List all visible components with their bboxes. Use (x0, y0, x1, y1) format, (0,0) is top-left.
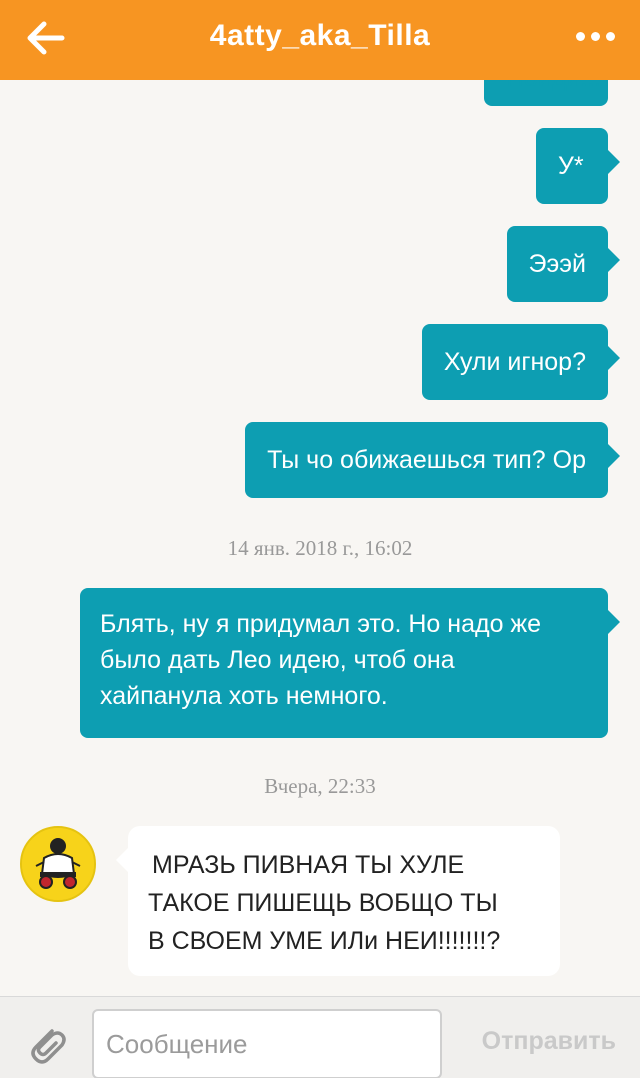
avatar-image (22, 828, 94, 900)
message-outgoing[interactable]: У* (536, 128, 620, 204)
message-input[interactable] (92, 1009, 442, 1078)
message-text: Эээй (528, 249, 586, 278)
avatar[interactable] (20, 826, 96, 902)
back-button[interactable] (22, 14, 70, 62)
message-outgoing[interactable]: Ты чо обижаешься тип? Ор (245, 422, 620, 498)
message-outgoing[interactable]: Блять, ну я придумал это. Но надо же был… (80, 588, 620, 738)
more-horizontal-icon (576, 32, 585, 41)
message-line: Блять, ну я придумал это. Но надо же (100, 610, 542, 638)
paperclip-icon (31, 1029, 66, 1064)
message-outgoing[interactable]: Хули игнор? (421, 324, 620, 400)
message-text: Ты чо обижаешься тип? Ор (267, 445, 586, 474)
message-outgoing[interactable]: Эээй (506, 226, 620, 302)
send-button[interactable]: Отправить (482, 1027, 616, 1056)
message-line: В СВОЕМ УМЕ ИЛи НЕИ!!!!!!!? (148, 927, 501, 955)
message-line: МРАЗЬ ПИВНАЯ ТЫ ХУЛЕ (152, 851, 465, 879)
date-separator: 14 янв. 2018 г., 16:02 (227, 536, 413, 560)
chat-title: 4atty_aka_Tilla (209, 19, 431, 52)
message-incoming[interactable]: МРАЗЬ ПИВНАЯ ТЫ ХУЛЕ ТАКОЕ ПИШЕЩЬ ВОБЩО … (116, 826, 560, 976)
message-list[interactable]: Пойди... У* Эээй Хули игнор? Ты чо обижа… (0, 80, 640, 996)
more-options-button[interactable] (576, 30, 616, 44)
arrow-left-icon (27, 21, 65, 55)
message-outgoing[interactable]: Пойди... (484, 80, 608, 106)
message-line: было дать Лео идею, чтоб она (100, 646, 455, 674)
header-bar: 4atty_aka_Tilla (0, 0, 640, 80)
message-text: Пойди... (506, 80, 601, 93)
message-text: У* (558, 151, 584, 180)
composer-bar: Отправить (0, 996, 640, 1078)
date-separator: Вчера, 22:33 (264, 774, 376, 798)
message-line: ТАКОЕ ПИШЕЩЬ ВОБЩО ТЫ (148, 889, 498, 917)
message-line: хайпанула хоть немного. (100, 682, 388, 710)
attach-button[interactable] (22, 1019, 70, 1067)
message-text: Хули игнор? (443, 347, 586, 376)
